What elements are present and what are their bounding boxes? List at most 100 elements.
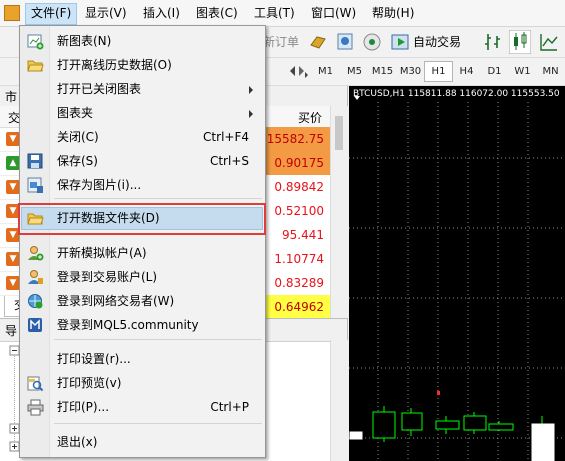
file-menu-item-print-preview[interactable]: 打印预览(v) bbox=[21, 372, 263, 395]
scrollbar-thumb[interactable] bbox=[335, 116, 343, 150]
candle bbox=[401, 412, 423, 431]
file-menu-item-item-15[interactable]: 退出(x) bbox=[21, 431, 263, 454]
file-menu-item-item-4[interactable]: 关闭(C) Ctrl+F4 bbox=[21, 126, 263, 149]
menu-item-shortcut: Ctrl+S bbox=[209, 154, 249, 168]
price-down-icon: ▼ bbox=[6, 276, 20, 290]
price-down-icon: ▼ bbox=[6, 132, 20, 146]
timeframe-m5[interactable]: M5 bbox=[340, 61, 369, 82]
file-menu-item-save[interactable]: 保存(S) Ctrl+S bbox=[21, 150, 263, 173]
menu-item-label: 打印预览(v) bbox=[57, 376, 122, 390]
mql5-icon bbox=[28, 318, 42, 332]
menu-item-label: 登录到MQL5.community bbox=[57, 318, 199, 332]
menu-item-label: 退出(x) bbox=[57, 435, 98, 449]
file-menu-item-login[interactable]: 登录到交易账户(L) bbox=[21, 266, 263, 289]
line-chart-icon[interactable] bbox=[539, 32, 559, 52]
timeframe-m15[interactable]: M15 bbox=[368, 61, 397, 82]
bar-chart-icon[interactable] bbox=[484, 32, 504, 52]
price-up-icon: ▲ bbox=[6, 156, 20, 170]
timeframe-w1[interactable]: W1 bbox=[508, 61, 537, 82]
file-menu-item-mql5[interactable]: 登录到MQL5.community bbox=[21, 314, 263, 337]
menu-item-label: 开新模拟帐户(A) bbox=[57, 246, 147, 260]
save-image-icon bbox=[27, 177, 43, 193]
menu-file[interactable]: 文件(F) bbox=[25, 3, 78, 25]
chart-canvas bbox=[349, 96, 565, 461]
menu-view[interactable]: 显示(V) bbox=[80, 3, 132, 23]
menu-item-label: 关闭(C) bbox=[57, 130, 99, 144]
menu-item-label: 新图表(N) bbox=[57, 34, 112, 48]
menu-item-label: 登录到交易账户(L) bbox=[57, 270, 158, 284]
timeframe-m30[interactable]: M30 bbox=[396, 61, 425, 82]
candle bbox=[531, 423, 555, 461]
highlight-outline bbox=[18, 203, 266, 235]
timeframe-m1[interactable]: M1 bbox=[311, 61, 340, 82]
menu-item-label: 打印设置(r)... bbox=[57, 352, 131, 366]
chart-title: BTCUSD,H1 115811.88 116072.00 115553.50 bbox=[353, 89, 560, 99]
menu-item-label: 登录到网络交易者(W) bbox=[57, 294, 175, 308]
demo-account-icon bbox=[28, 246, 44, 261]
candle bbox=[463, 415, 487, 431]
menu-item-label: 图表夹 bbox=[57, 106, 94, 120]
market-watch-scrollbar[interactable] bbox=[330, 106, 348, 318]
menu-help[interactable]: 帮助(H) bbox=[367, 3, 419, 23]
file-menu-item-item-12[interactable]: 打印设置(r)... bbox=[21, 348, 263, 371]
chart-window[interactable]: BTCUSD,H1 115811.88 116072.00 115553.50 bbox=[349, 86, 565, 461]
menu-item-label: 保存为图片(i)... bbox=[57, 178, 142, 192]
file-menu-item-demo-account[interactable]: 开新模拟帐户(A) bbox=[21, 242, 263, 265]
market-icon[interactable] bbox=[336, 32, 354, 52]
menu-item-label: 打印(P)... bbox=[57, 400, 110, 414]
candle bbox=[488, 423, 514, 431]
file-menu-item-save-image[interactable]: 保存为图片(i)... bbox=[21, 174, 263, 197]
menu-item-shortcut: Ctrl+F4 bbox=[203, 130, 249, 144]
file-menu-item-new-chart[interactable]: 新图表(N) bbox=[21, 30, 263, 53]
menu-charts[interactable]: 图表(C) bbox=[191, 3, 243, 23]
auto-trading-button[interactable]: 自动交易 bbox=[413, 31, 461, 53]
file-menu-item-item-3[interactable]: 图表夹 bbox=[21, 102, 263, 125]
web-trader-icon bbox=[28, 294, 43, 309]
gold-bar-icon[interactable] bbox=[309, 33, 327, 51]
bid-column-header[interactable]: 买价 bbox=[298, 109, 322, 126]
navigator-title: 导 bbox=[5, 324, 18, 338]
menu-separator bbox=[54, 339, 262, 340]
price-down-icon: ▼ bbox=[6, 252, 20, 266]
menu-item-shortcut: Ctrl+P bbox=[210, 400, 249, 414]
submenu-arrow-icon bbox=[249, 86, 253, 94]
menu-insert[interactable]: 插入(I) bbox=[138, 3, 185, 23]
login-icon bbox=[28, 270, 43, 284]
menu-tools[interactable]: 工具(T) bbox=[249, 3, 300, 23]
menu-item-label: 打开已关闭图表 bbox=[57, 82, 142, 96]
auto-trading-icon[interactable] bbox=[391, 32, 411, 52]
candle bbox=[349, 431, 363, 440]
app-icon bbox=[4, 5, 20, 21]
timeframe-mn[interactable]: MN bbox=[536, 61, 565, 82]
file-menu-item-web-trader[interactable]: 登录到网络交易者(W) bbox=[21, 290, 263, 313]
timeframe-h1[interactable]: H1 bbox=[424, 61, 453, 82]
new-order-button[interactable]: 新订单 bbox=[263, 31, 299, 53]
current-price-marker bbox=[437, 391, 440, 395]
timeframe-h4[interactable]: H4 bbox=[452, 61, 481, 82]
file-menu-dropdown: 新图表(N) 打开离线历史数据(O) 打开已关闭图表 图表夹关闭(C) Ctrl+F4 保… bbox=[19, 25, 266, 458]
menu-item-label: 保存(S) bbox=[57, 154, 98, 168]
candle bbox=[372, 411, 396, 439]
new-chart-icon bbox=[27, 34, 44, 50]
candle bbox=[435, 420, 460, 430]
submenu-arrow-icon bbox=[249, 110, 253, 118]
menu-window[interactable]: 窗口(W) bbox=[306, 3, 361, 23]
price-down-icon: ▼ bbox=[6, 180, 20, 194]
open-folder-icon bbox=[27, 60, 44, 72]
save-icon bbox=[27, 153, 43, 169]
file-menu-item-print[interactable]: 打印(P)... Ctrl+P bbox=[21, 396, 263, 419]
file-menu-item-open-folder[interactable]: 打开离线历史数据(O) bbox=[21, 54, 263, 77]
signals-icon[interactable] bbox=[362, 32, 382, 52]
timeframe-d1[interactable]: D1 bbox=[480, 61, 509, 82]
print-icon bbox=[27, 399, 44, 416]
print-preview-icon bbox=[27, 376, 44, 392]
file-menu-item-item-2[interactable]: 打开已关闭图表 bbox=[21, 78, 263, 101]
objects-icon[interactable] bbox=[288, 63, 310, 79]
menu-item-label: 打开离线历史数据(O) bbox=[57, 58, 172, 72]
market-watch-title: 市 bbox=[5, 90, 18, 104]
candlestick-chart-icon[interactable] bbox=[509, 30, 531, 54]
menubar: 文件(F) 显示(V) 插入(I) 图表(C) 工具(T) 窗口(W) 帮助(H… bbox=[0, 0, 565, 27]
navigator-scrollbar[interactable] bbox=[330, 340, 348, 461]
menu-separator bbox=[54, 423, 262, 424]
menu-separator bbox=[54, 198, 262, 199]
